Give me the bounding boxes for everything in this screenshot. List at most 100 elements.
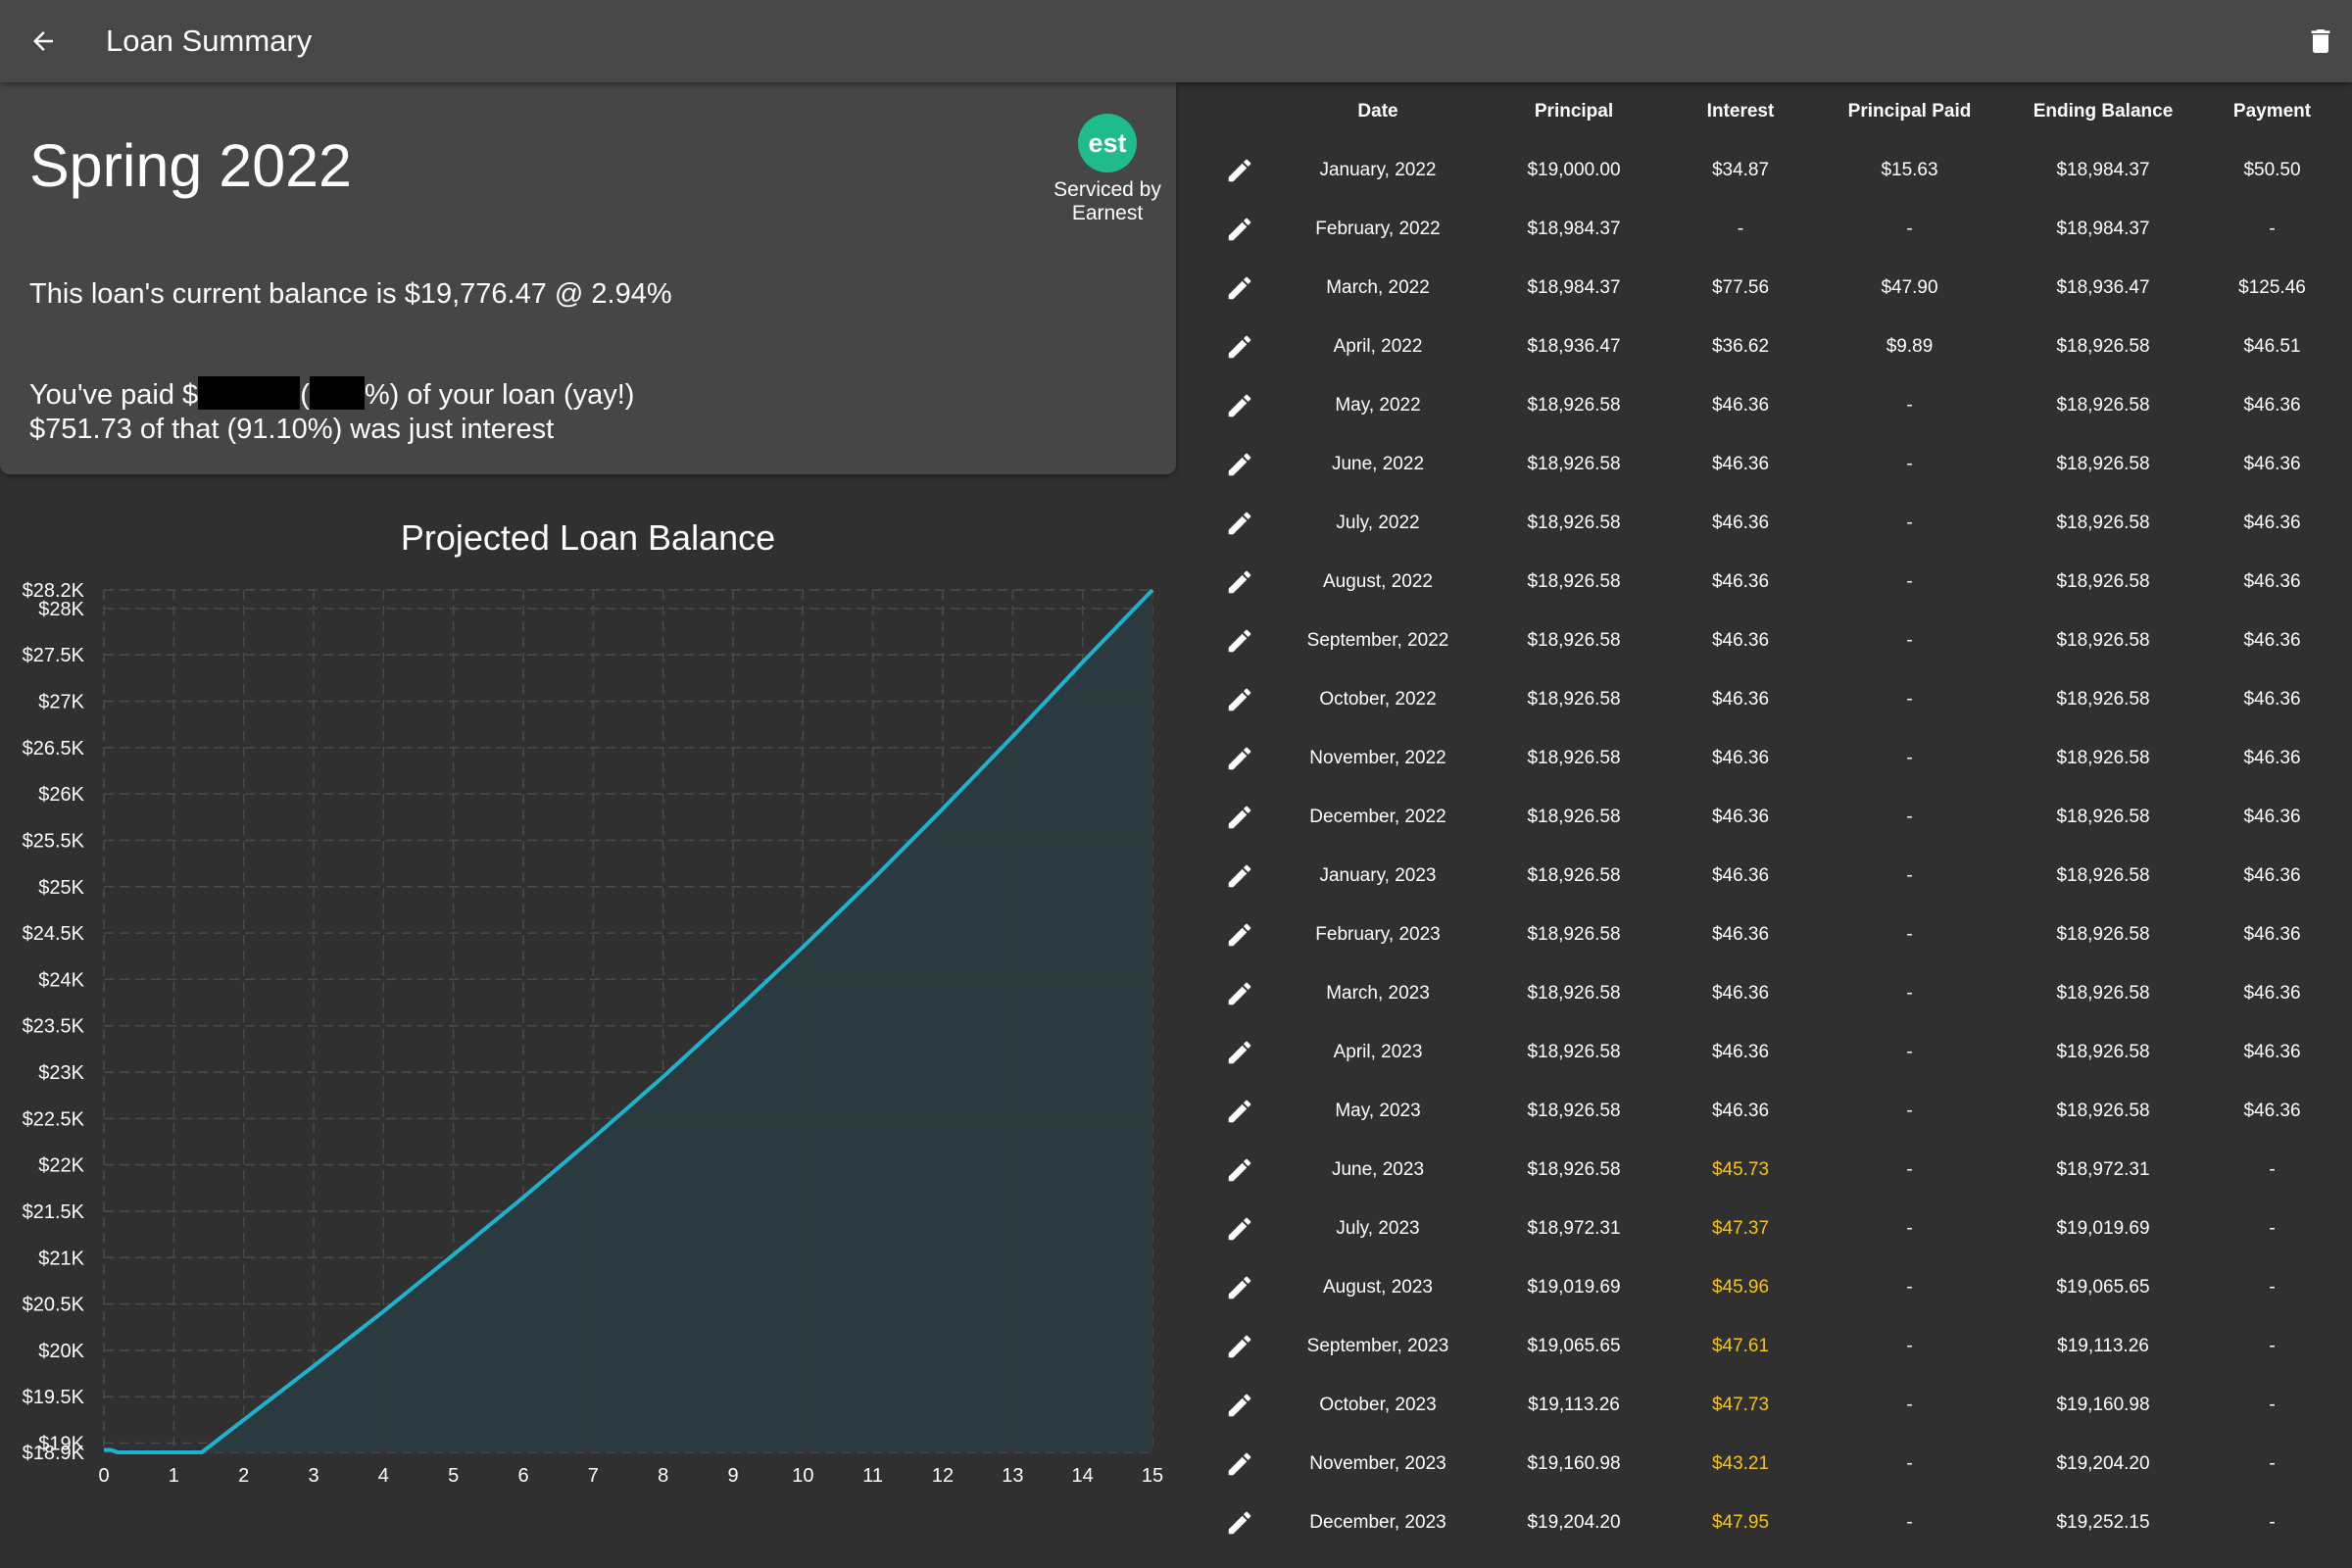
row-ending-balance: $18,926.58 [2056,689,2150,710]
pencil-icon [1228,1335,1251,1358]
edit-row-button[interactable] [1220,269,1259,308]
row-interest: $46.36 [1711,395,1770,416]
row-edit-cell [1186,563,1280,602]
row-principal-paid: - [1906,1277,1913,1298]
edit-row-button[interactable] [1220,563,1259,602]
row-principal: $18,926.58 [1527,748,1621,768]
edit-row-button[interactable] [1220,798,1259,837]
row-principal-paid: $15.63 [1881,160,1938,180]
row-date: May, 2022 [1335,395,1421,416]
row-edit-cell [1186,151,1280,190]
table-row: June, 2022 $18,926.58 $46.36 - $18,926.58 $46… [1186,435,2352,494]
y-tick-label: $19.5K [23,1387,85,1408]
pencil-icon [1228,394,1251,417]
row-date: August, 2022 [1323,571,1433,592]
edit-row-button[interactable] [1220,445,1259,484]
row-principal: $18,926.58 [1527,395,1621,416]
row-payment: $50.50 [2243,160,2301,180]
row-principal-paid: - [1906,1453,1913,1474]
edit-row-button[interactable] [1220,680,1259,719]
edit-row-button[interactable] [1220,1033,1259,1072]
table-body: January, 2022 $19,000.00 $34.87 $15.63 $18,9… [1186,141,2352,1552]
row-date: September, 2023 [1306,1336,1449,1356]
y-tick-label: $23K [38,1062,84,1084]
table-row: August, 2022 $18,926.58 $46.36 - $18,926.58 $… [1186,553,2352,612]
row-interest: $45.96 [1711,1277,1770,1298]
edit-row-button[interactable] [1220,1503,1259,1543]
row-principal-paid: - [1906,395,1913,416]
row-ending-balance: $19,113.26 [2057,1336,2149,1356]
table-row: July, 2023 $18,972.31 $47.37 - $19,019.69 - [1186,1200,2352,1258]
pencil-icon [1228,747,1251,770]
pencil-icon [1228,218,1251,241]
row-interest: $46.36 [1711,689,1770,710]
pencil-icon [1228,335,1251,359]
table-row: December, 2022 $18,926.58 $46.36 - $18,926.5… [1186,788,2352,847]
x-tick-label: 9 [727,1465,738,1487]
edit-row-button[interactable] [1220,1327,1259,1366]
edit-row-button[interactable] [1220,504,1259,543]
edit-row-button[interactable] [1220,974,1259,1013]
edit-row-button[interactable] [1220,327,1259,367]
edit-row-button[interactable] [1220,1386,1259,1425]
row-payment: $46.36 [2243,865,2301,886]
row-interest: $46.36 [1711,924,1770,945]
row-principal: $18,926.58 [1527,1159,1621,1180]
back-button[interactable] [22,20,65,63]
x-tick-label: 0 [98,1465,109,1487]
edit-row-button[interactable] [1220,621,1259,661]
row-payment: $46.36 [2243,630,2301,651]
edit-row-button[interactable] [1220,1268,1259,1307]
table-row: November, 2023 $19,160.98 $43.21 - $19,204.2… [1186,1435,2352,1494]
row-date: July, 2023 [1336,1218,1420,1239]
edit-row-button[interactable] [1220,210,1259,249]
header-principal: Principal [1534,101,1614,122]
header-interest: Interest [1706,101,1775,122]
row-payment: $46.36 [2243,983,2301,1004]
edit-row-button[interactable] [1220,151,1259,190]
row-interest: $43.21 [1711,1453,1770,1474]
row-interest: $34.87 [1711,160,1770,180]
pencil-icon [1228,923,1251,947]
row-interest: - [1737,219,1744,239]
row-principal-paid: - [1906,513,1913,533]
pencil-icon [1228,1394,1251,1417]
row-payment: - [2269,1336,2276,1356]
y-tick-label: $20K [38,1341,84,1362]
row-ending-balance: $18,984.37 [2056,219,2150,239]
table-row: January, 2023 $18,926.58 $46.36 - $18,926.58… [1186,847,2352,906]
edit-row-button[interactable] [1220,857,1259,896]
edit-row-button[interactable] [1220,1209,1259,1249]
row-edit-cell [1186,1268,1280,1307]
edit-row-button[interactable] [1220,739,1259,778]
row-principal: $18,926.58 [1527,1042,1621,1062]
pencil-icon [1228,1217,1251,1241]
edit-row-button[interactable] [1220,1151,1259,1190]
row-principal-paid: $9.89 [1886,336,1934,357]
edit-row-button[interactable] [1220,386,1259,425]
y-tick-label: $25.5K [23,830,85,852]
row-principal: $18,926.58 [1527,983,1621,1004]
row-principal-paid: - [1906,454,1913,474]
edit-row-button[interactable] [1220,1445,1259,1484]
row-ending-balance: $18,926.58 [2056,630,2150,651]
pencil-icon [1228,1452,1251,1476]
row-interest: $45.73 [1711,1159,1770,1180]
table-row: April, 2023 $18,926.58 $46.36 - $18,926.58 $4… [1186,1023,2352,1082]
row-date: June, 2023 [1331,1159,1425,1180]
row-edit-cell [1186,1503,1280,1543]
row-edit-cell [1186,857,1280,896]
edit-row-button[interactable] [1220,915,1259,955]
row-principal: $18,972.31 [1527,1218,1621,1239]
current-balance-text: This loan's current balance is $19,776.4… [29,278,672,310]
row-date: April, 2023 [1333,1042,1423,1062]
row-ending-balance: $18,926.58 [2056,983,2150,1004]
delete-button[interactable] [2299,20,2342,63]
interest-line: $751.73 of that (91.10%) was just intere… [29,414,555,445]
row-principal: $18,926.58 [1527,807,1621,827]
pencil-icon [1228,570,1251,594]
row-ending-balance: $19,019.69 [2056,1218,2150,1239]
row-ending-balance: $18,972.31 [2056,1159,2150,1180]
row-ending-balance: $19,065.65 [2056,1277,2150,1298]
edit-row-button[interactable] [1220,1092,1259,1131]
